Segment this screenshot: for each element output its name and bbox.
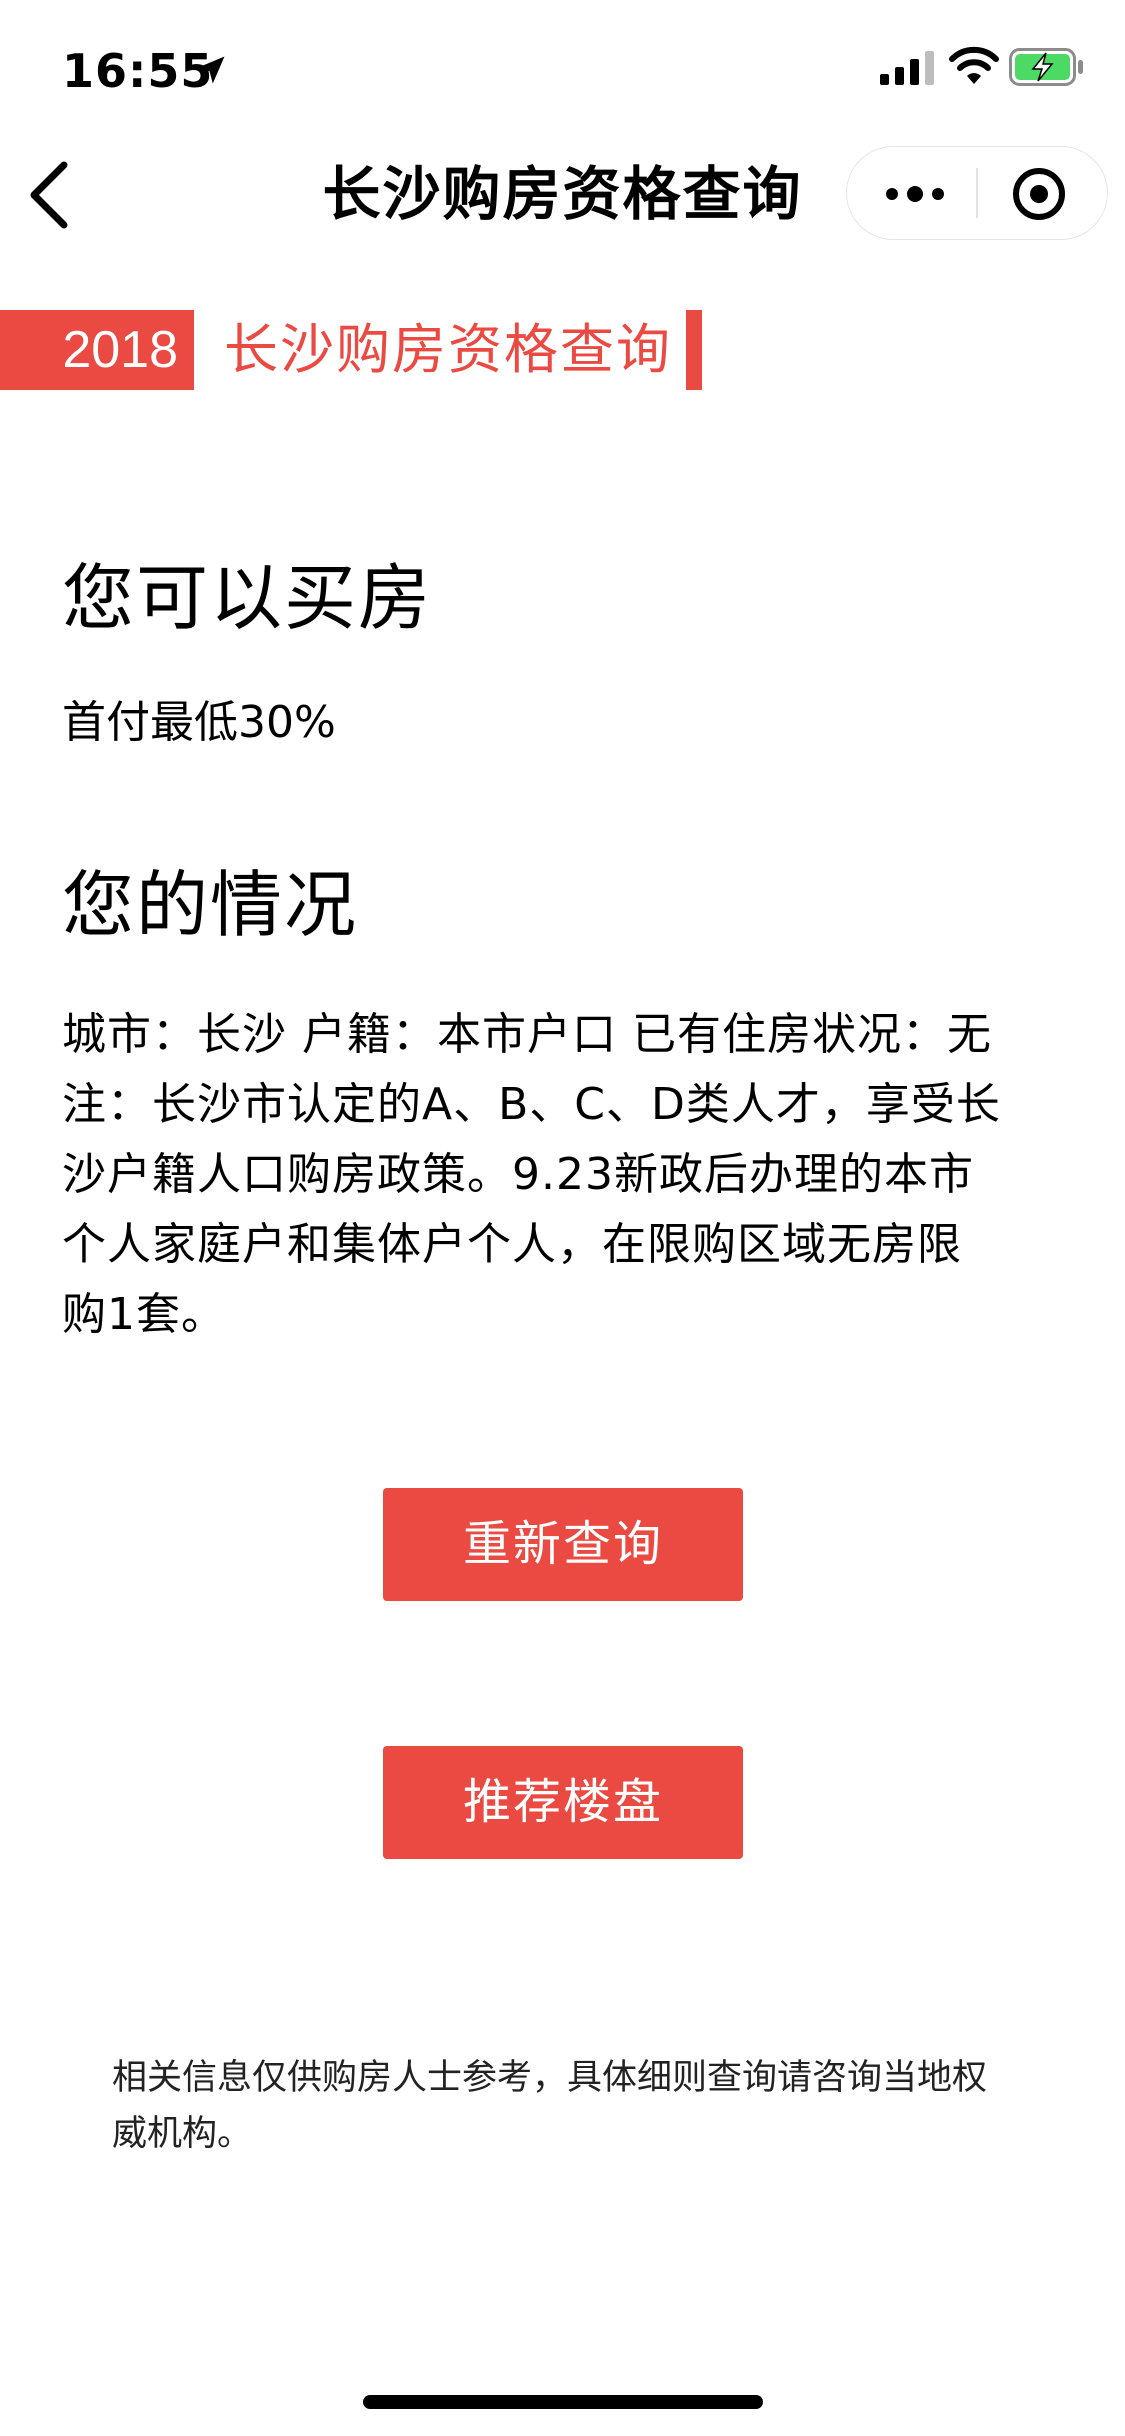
banner-year: 2018 (0, 310, 194, 390)
wifi-icon (949, 46, 999, 84)
target-circle-icon[interactable] (1011, 166, 1067, 222)
page-title: 长沙购房资格查询 (322, 160, 803, 228)
disclaimer-text: 相关信息仅供购房人士参考，具体细则查询请咨询当地权 威机构。 (112, 2058, 988, 2154)
recommend-properties-button[interactable]: 推荐楼盘 (383, 1746, 743, 1859)
down-payment-text: 首付最低30% (62, 697, 336, 748)
status-time: 16:55 (62, 44, 214, 98)
battery-charging-icon (1009, 48, 1083, 86)
back-button[interactable] (18, 155, 88, 235)
requery-button[interactable]: 重新查询 (383, 1488, 743, 1601)
situation-details: 城市：长沙 户籍：本市户口 已有住房状况：无 注：长沙市认定的A、B、C、D类人… (62, 1009, 1001, 1340)
result-heading: 您可以买房 (62, 556, 433, 640)
more-dots-icon[interactable] (880, 174, 950, 214)
location-arrow-icon (197, 56, 225, 84)
cellular-signal-icon (880, 51, 934, 85)
capsule-divider (976, 168, 978, 218)
banner-title: 长沙购房资格查询 (224, 318, 672, 381)
home-indicator (363, 2395, 763, 2409)
banner-accent-bar (686, 310, 702, 390)
situation-heading: 您的情况 (62, 863, 359, 947)
